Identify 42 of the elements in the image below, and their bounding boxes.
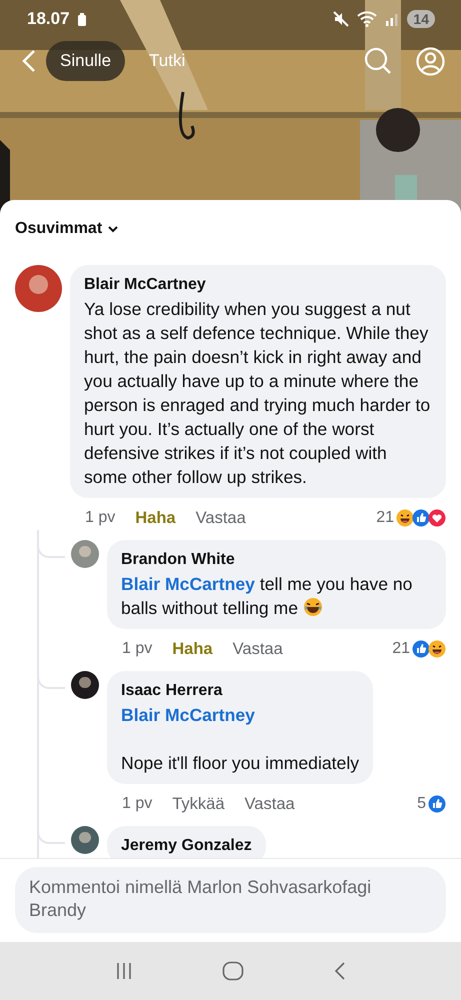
comment-text: Ya lose credibility when you suggest a nut shot as a self defence technique. While they hurt, the pain doesn’t kick in right away and you actually have up to a minute where the person is enraged and trying much harder to hurt you. It’s actually one of the worst defensive strikes if it’s not coupled with some other follow up strikes.	[84, 298, 432, 489]
avatar[interactable]	[71, 671, 99, 699]
home-icon[interactable]	[222, 961, 244, 981]
author-name[interactable]: Brandon White	[121, 550, 432, 570]
recent-apps-icon[interactable]	[114, 962, 133, 980]
clock-time: 18.07	[27, 9, 70, 29]
reaction-link[interactable]: Tykkää	[172, 794, 225, 814]
reply-link[interactable]: Vastaa	[196, 508, 246, 528]
laughing-face-icon	[302, 597, 323, 617]
mention-link[interactable]: Blair McCartney	[121, 574, 255, 594]
avatar[interactable]	[71, 826, 99, 854]
comment-text: Blair McCartney tell me you have no balls without telling me	[121, 573, 414, 620]
comment-time: 1 pv	[85, 509, 116, 527]
laughing-face-icon	[428, 640, 446, 658]
reply-link[interactable]: Vastaa	[232, 640, 283, 658]
reply-link[interactable]: Vastaa	[244, 794, 295, 814]
reaction-link[interactable]: Haha	[135, 508, 176, 528]
sort-dropdown[interactable]: Osuvimmat	[14, 218, 120, 240]
author-name[interactable]: Jeremy Gonzalez	[121, 836, 252, 856]
tab[interactable]: Sinulle	[46, 41, 126, 81]
author-name[interactable]: Blair McCartney	[84, 275, 432, 295]
author-name[interactable]: Isaac Herrera	[121, 681, 360, 701]
thumbs-up-icon	[412, 509, 430, 527]
comment-time: 1 pv	[122, 640, 152, 658]
thumbs-up-icon	[428, 795, 446, 813]
search-icon[interactable]	[364, 47, 392, 75]
reaction-link[interactable]: Haha	[172, 640, 213, 658]
thumbs-up-icon	[412, 640, 430, 658]
chevron-down-icon	[108, 226, 118, 232]
profile-icon[interactable]	[416, 46, 445, 76]
comment-field[interactable]: Kommentoi nimellä Marlon Sohvasarkofagi Brandy	[15, 867, 446, 933]
comment-text: Blair McCartney Nope it'll floor you immediately	[121, 704, 360, 775]
mute-icon	[333, 11, 350, 27]
signal-icon	[385, 12, 400, 26]
mention-link[interactable]: Blair McCartney	[121, 705, 255, 725]
reaction-count: 21	[392, 640, 410, 658]
wifi-icon	[357, 11, 378, 27]
laughing-face-icon	[396, 509, 414, 527]
reaction-count: 21	[376, 509, 394, 527]
back-icon[interactable]	[334, 961, 346, 981]
comment-time: 1 pv	[122, 795, 152, 813]
reaction-count: 5	[417, 795, 426, 813]
